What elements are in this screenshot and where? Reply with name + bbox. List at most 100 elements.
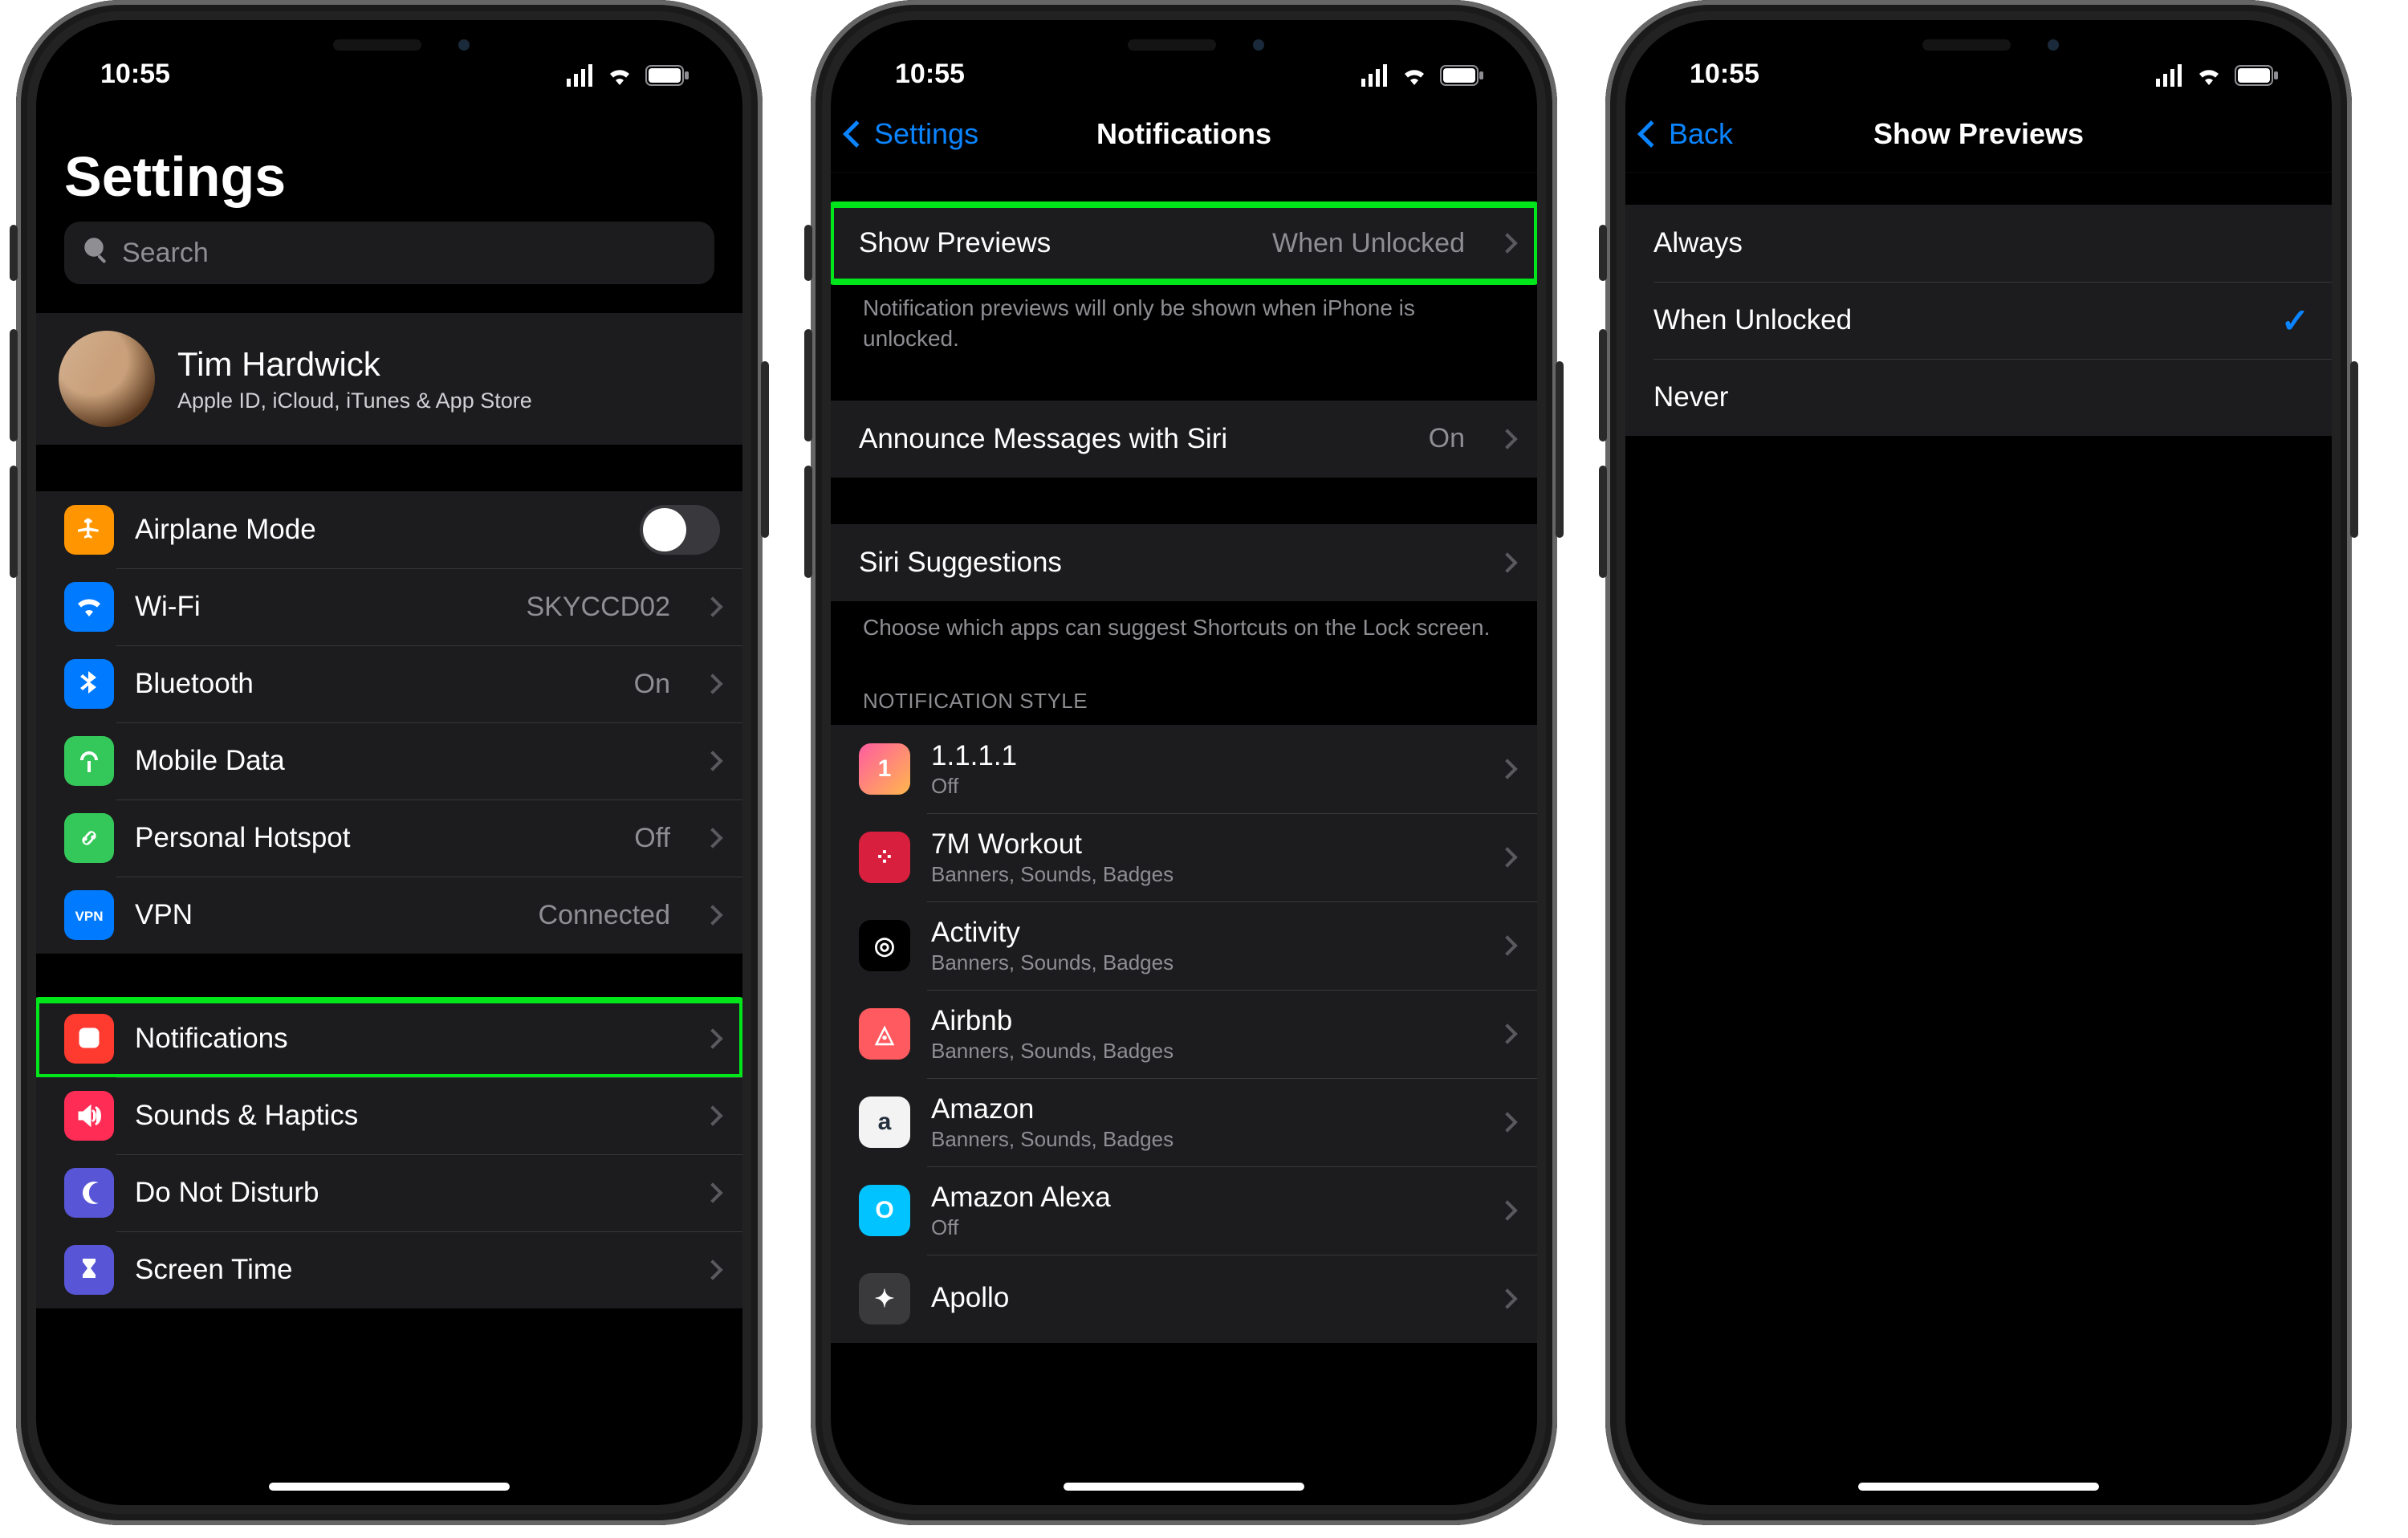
phone-mock-3: 10:55 Back Show Previews AlwaysWhen Unlo… — [1605, 0, 2352, 1525]
row-label: Airplane Mode — [135, 514, 619, 546]
chevron-right-icon — [702, 1182, 722, 1202]
back-button[interactable]: Back — [1641, 96, 1733, 172]
row-detail: On — [1429, 423, 1465, 454]
bluetooth-icon — [64, 659, 114, 709]
home-indicator[interactable] — [269, 1483, 510, 1491]
phone-mock-2: 10:55 Settings Notifications Show Previe… — [811, 0, 1557, 1525]
bell-icon — [64, 1014, 114, 1064]
speaker-icon — [64, 1091, 114, 1141]
option-always[interactable]: Always — [1625, 205, 2332, 282]
settings-row-notifications[interactable]: Notifications — [36, 1000, 742, 1077]
group-siri: Siri Suggestions Choose which apps can s… — [831, 524, 1537, 643]
nav-title: Notifications — [1096, 117, 1271, 151]
moon-icon — [64, 1168, 114, 1218]
notifications-screen: Settings Notifications Show Previews Whe… — [831, 20, 1537, 1505]
app-sub: Banners, Sounds, Badges — [931, 1127, 1465, 1152]
chevron-right-icon — [1497, 936, 1517, 956]
toggle[interactable] — [640, 505, 720, 555]
avatar — [59, 331, 155, 427]
show-previews-row[interactable]: Show Previews When Unlocked — [831, 205, 1537, 282]
app-icon: ◬ — [859, 1008, 910, 1060]
chevron-right-icon — [702, 673, 722, 694]
chevron-left-icon — [843, 120, 870, 148]
row-label: Bluetooth — [135, 668, 613, 700]
settings-root: Settings Search Tim Hardwick Apple ID, i… — [36, 20, 742, 1505]
app-icon: O — [859, 1185, 910, 1236]
app-row-apollo[interactable]: ✦Apollo — [831, 1255, 1537, 1343]
app-row-amazon[interactable]: aAmazonBanners, Sounds, Badges — [831, 1078, 1537, 1166]
search-placeholder: Search — [122, 238, 209, 269]
row-label: Screen Time — [135, 1254, 670, 1286]
chevron-right-icon — [702, 1028, 722, 1048]
option-label: Always — [1653, 227, 2309, 259]
app-icon: 1 — [859, 743, 910, 795]
settings-row-do-not-disturb[interactable]: Do Not Disturb — [36, 1154, 742, 1231]
chevron-right-icon — [1497, 1201, 1517, 1221]
airplane-icon — [64, 505, 114, 555]
chevron-right-icon — [702, 905, 722, 925]
app-row-activity[interactable]: ◎ActivityBanners, Sounds, Badges — [831, 901, 1537, 990]
row-label: Mobile Data — [135, 745, 670, 777]
app-name: Apollo — [931, 1282, 1465, 1314]
group-network: Airplane Mode Wi-Fi SKYCCD02 Bluetooth On Mob… — [36, 491, 742, 954]
row-label: Announce Messages with Siri — [859, 423, 1408, 455]
vpn-icon: VPN — [64, 890, 114, 940]
svg-text:VPN: VPN — [75, 909, 104, 924]
chevron-left-icon — [1637, 120, 1665, 148]
apple-id-row[interactable]: Tim Hardwick Apple ID, iCloud, iTunes & … — [36, 313, 742, 445]
group-options: Always When Unlocked ✓ Never — [1625, 205, 2332, 436]
settings-row-sounds-haptics[interactable]: Sounds & Haptics — [36, 1077, 742, 1154]
settings-row-vpn[interactable]: VPNVPNConnected — [36, 877, 742, 954]
app-sub: Banners, Sounds, Badges — [931, 1039, 1465, 1064]
app-row-amazon-alexa[interactable]: OAmazon AlexaOff — [831, 1166, 1537, 1255]
row-label: Sounds & Haptics — [135, 1100, 670, 1132]
search-input[interactable]: Search — [64, 222, 714, 284]
chevron-right-icon — [702, 596, 722, 616]
profile-name: Tim Hardwick — [177, 345, 698, 384]
chevron-right-icon — [702, 1259, 722, 1280]
app-icon: ◎ — [859, 920, 910, 971]
back-button[interactable]: Settings — [847, 96, 978, 172]
siri-suggestions-row[interactable]: Siri Suggestions — [831, 524, 1537, 601]
group-system: Notifications Sounds & Haptics Do Not Dist… — [36, 1000, 742, 1308]
option-when-unlocked[interactable]: When Unlocked ✓ — [1625, 282, 2332, 359]
chevron-right-icon — [1497, 429, 1517, 449]
app-name: Amazon Alexa — [931, 1182, 1465, 1214]
row-detail: Connected — [539, 900, 670, 931]
checkmark-icon: ✓ — [2281, 301, 2309, 340]
group-announce: Announce Messages with Siri On — [831, 401, 1537, 478]
app-name: Airbnb — [931, 1005, 1465, 1037]
antenna-icon — [64, 736, 114, 786]
row-label: Do Not Disturb — [135, 1177, 670, 1209]
back-label: Back — [1669, 117, 1733, 151]
back-label: Settings — [874, 117, 978, 151]
page-title: Settings — [36, 96, 742, 222]
row-label: Show Previews — [859, 227, 1251, 259]
app-row-7m-workout[interactable]: ⁘7M WorkoutBanners, Sounds, Badges — [831, 813, 1537, 901]
option-label: When Unlocked — [1653, 304, 2260, 336]
settings-row-screen-time[interactable]: Screen Time — [36, 1231, 742, 1308]
app-row-1-1-1-1[interactable]: 11.1.1.1Off — [831, 725, 1537, 813]
settings-row-mobile-data[interactable]: Mobile Data — [36, 722, 742, 800]
settings-row-wi-fi[interactable]: Wi-Fi SKYCCD02 — [36, 568, 742, 645]
notch — [221, 20, 558, 70]
app-row-airbnb[interactable]: ◬ AirbnbBanners, Sounds, Badges — [831, 990, 1537, 1078]
nav-bar: Settings Notifications — [831, 96, 1537, 173]
nav-bar: Back Show Previews — [1625, 96, 2332, 173]
option-never[interactable]: Never — [1625, 359, 2332, 436]
app-name: 7M Workout — [931, 828, 1465, 861]
chevron-right-icon — [1497, 1113, 1517, 1133]
group-apps: Notification Style 11.1.1.1Off⁘7M Workou… — [831, 689, 1537, 1343]
row-detail: SKYCCD02 — [526, 592, 670, 623]
group-previews: Show Previews When Unlocked Notification… — [831, 205, 1537, 354]
row-label: Wi-Fi — [135, 591, 505, 623]
settings-row-personal-hotspot[interactable]: Personal HotspotOff — [36, 800, 742, 877]
notch — [1810, 20, 2147, 70]
row-detail: On — [634, 669, 670, 700]
home-indicator[interactable] — [1858, 1483, 2099, 1491]
home-indicator[interactable] — [1064, 1483, 1304, 1491]
announce-siri-row[interactable]: Announce Messages with Siri On — [831, 401, 1537, 478]
settings-row-airplane-mode[interactable]: Airplane Mode — [36, 491, 742, 568]
group-footer: Notification previews will only be shown… — [831, 282, 1537, 354]
settings-row-bluetooth[interactable]: Bluetooth On — [36, 645, 742, 722]
